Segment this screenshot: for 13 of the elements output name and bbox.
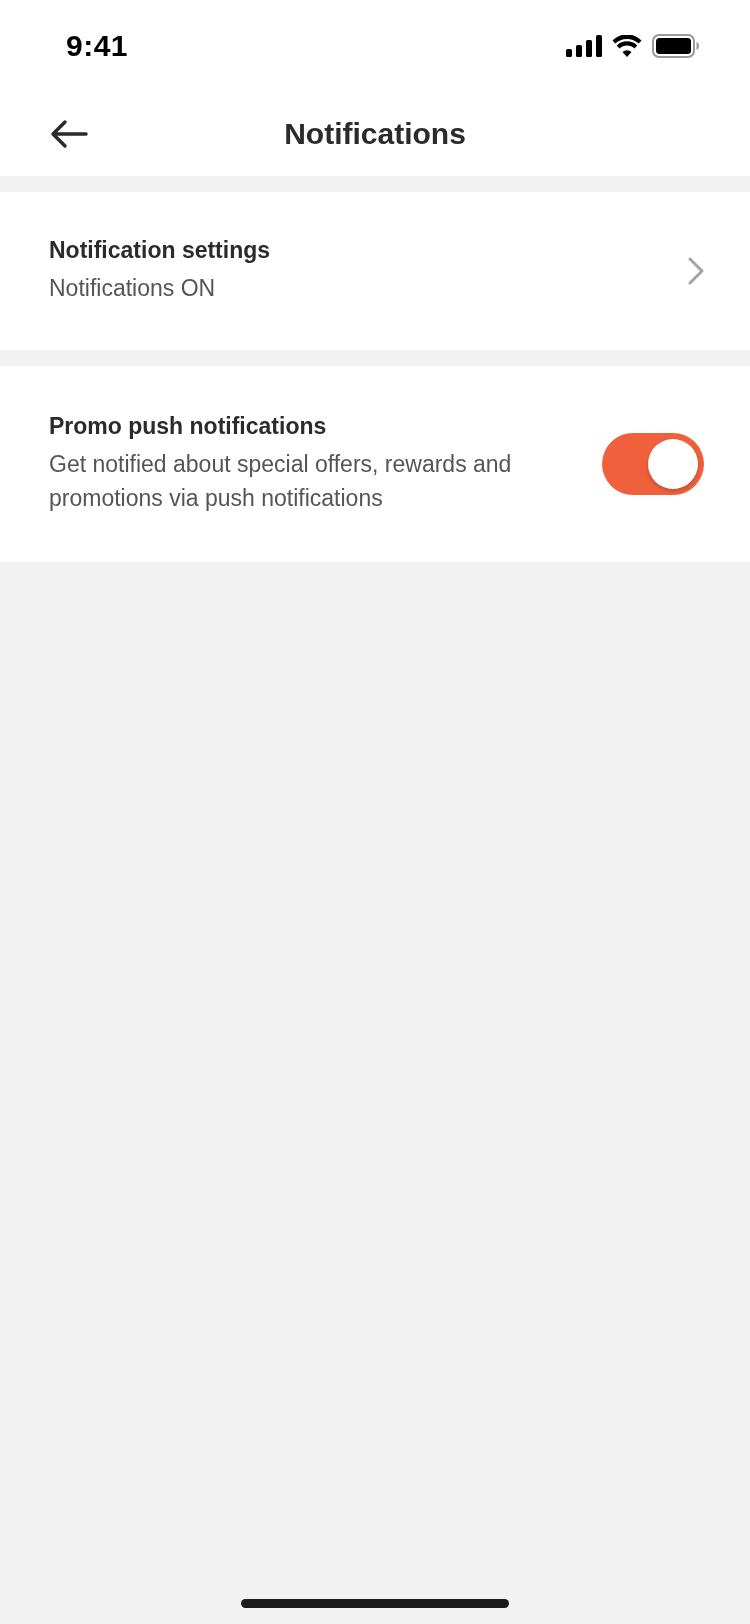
- wifi-icon: [612, 35, 642, 57]
- row-title: Notification settings: [49, 236, 272, 264]
- chevron-right-icon: [688, 257, 704, 285]
- status-time: 9:41: [66, 29, 129, 63]
- settings-row[interactable]: Notification settings Notifications ON: [0, 192, 750, 350]
- signal-icon: [566, 35, 602, 57]
- battery-icon: [652, 34, 700, 58]
- row-subtitle: Notifications ON: [49, 273, 217, 303]
- back-arrow-icon: [50, 119, 88, 149]
- row-subtitle: Get notified about special offers, rewards and promotions via push notifications: [49, 450, 513, 513]
- page-title: Notifications: [284, 117, 466, 151]
- settings-row[interactable]: Promo push notifications Get notified about special offers, rewards and promotions via push notifications: [0, 366, 750, 562]
- row-title: Promo push notifications: [49, 413, 328, 441]
